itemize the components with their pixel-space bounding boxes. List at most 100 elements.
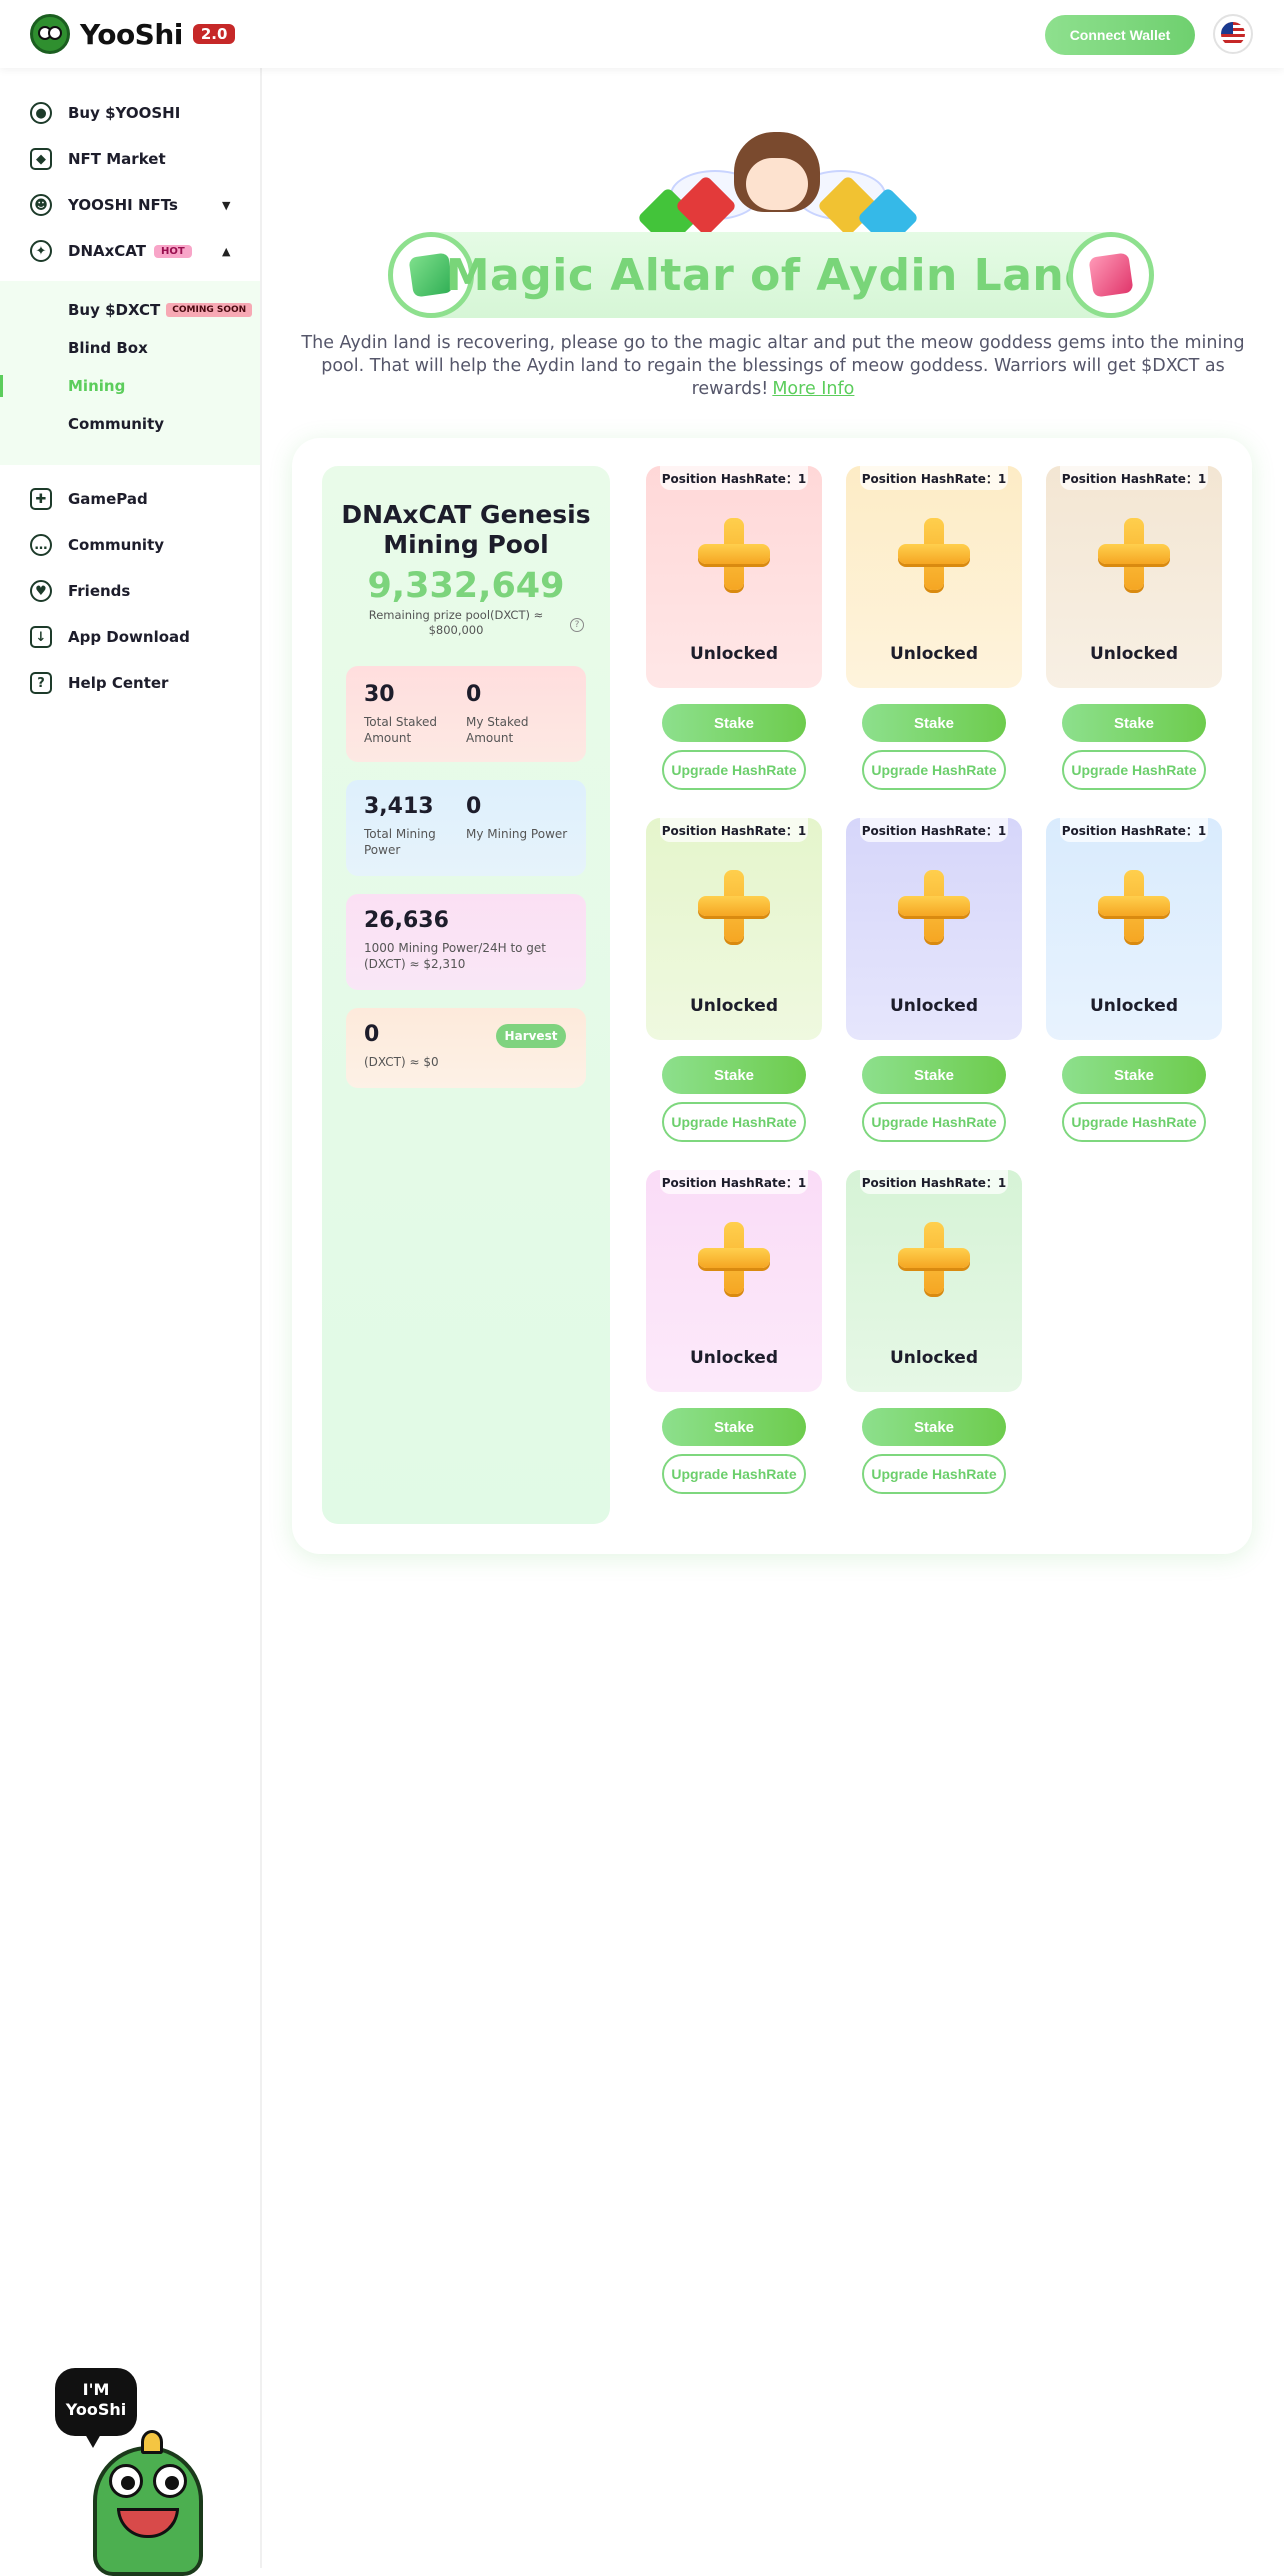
diamond-icon: ◆ (30, 148, 52, 170)
help-icon: ? (30, 672, 52, 694)
plus-icon (698, 518, 770, 590)
sidebar-item-buy-yooshi[interactable]: ● Buy $YOOSHI (0, 90, 260, 136)
mining-slot[interactable]: Position HashRate：1 Unlocked (846, 466, 1022, 688)
harvest-stats: 0 (DXCT) ≈ $0 Harvest (346, 1008, 586, 1088)
mining-slot[interactable]: Position HashRate：1 Unlocked (846, 818, 1022, 1040)
cat-face-icon (746, 158, 808, 210)
mining-slot[interactable]: Position HashRate：1 Unlocked (1046, 818, 1222, 1040)
mining-slot[interactable]: Position HashRate：1 Unlocked (646, 1170, 822, 1392)
logo[interactable]: YooShi 2.0 (30, 14, 236, 54)
coming-soon-badge: COMING SOON (166, 303, 253, 317)
stake-button[interactable]: Stake (862, 1056, 1006, 1094)
slot-status: Unlocked (689, 996, 779, 1016)
mascot-speech-bubble: I'M YooShi (55, 2368, 137, 2448)
sidebar-subitem-blind-box[interactable]: Blind Box (0, 329, 260, 367)
yooshi-mascot: I'M YooShi (55, 2368, 225, 2576)
chevron-down-icon: ▼ (222, 198, 231, 212)
sidebar-item-nft-market[interactable]: ◆ NFT Market (0, 136, 260, 182)
mining-slot[interactable]: Position HashRate：1 Unlocked (1046, 466, 1222, 688)
stake-button[interactable]: Stake (1062, 1056, 1206, 1094)
gamepad-icon: ✚ (30, 488, 52, 510)
staked-stats: 30 Total Staked Amount 0 My Staked Amoun… (346, 666, 586, 762)
reward-value: 26,636 (364, 908, 449, 933)
chat-icon: … (30, 534, 52, 556)
position-hashrate-label: Position HashRate：1 (860, 818, 1008, 842)
sidebar-item-label: GamePad (68, 490, 148, 508)
sidebar-subitem-mining[interactable]: Mining (0, 367, 260, 405)
sidebar-item-friends[interactable]: ♥ Friends (0, 568, 260, 614)
harvest-button[interactable]: Harvest (496, 1024, 566, 1048)
upgrade-hashrate-button[interactable]: Upgrade HashRate (662, 750, 806, 790)
stake-button[interactable]: Stake (662, 1056, 806, 1094)
horn-icon (141, 2430, 163, 2454)
harvest-value: 0 (364, 1022, 380, 1047)
chevron-up-icon: ▲ (222, 244, 231, 258)
eye-icon (153, 2464, 187, 2498)
slot-status: Unlocked (689, 1348, 779, 1368)
hot-badge: HOT (153, 244, 192, 258)
mascot-bubble-line: YooShi (65, 2400, 127, 2419)
my-power-label: My Mining Power (466, 827, 568, 841)
sidebar-subitem-label: Buy $DXCT (68, 301, 161, 319)
altar-illustration (636, 130, 920, 250)
eye-icon (109, 2464, 143, 2498)
cat-icon: ✦ (30, 240, 52, 262)
sidebar-item-label: Community (68, 536, 165, 554)
upgrade-hashrate-button[interactable]: Upgrade HashRate (862, 1454, 1006, 1494)
language-selector[interactable] (1213, 14, 1253, 54)
sidebar-item-label: Help Center (68, 674, 169, 692)
plus-icon (698, 870, 770, 942)
connect-wallet-button[interactable]: Connect Wallet (1045, 15, 1195, 55)
stake-button[interactable]: Stake (1062, 704, 1206, 742)
sidebar-item-label: NFT Market (68, 150, 166, 168)
sidebar-item-app-download[interactable]: ↓ App Download (0, 614, 260, 660)
pink-cube-icon (1068, 232, 1154, 318)
sidebar-subitem-label: Mining (68, 377, 126, 395)
token-icon: ● (30, 102, 52, 124)
plus-icon (898, 870, 970, 942)
page-title: Magic Altar of Aydin Land (445, 250, 1097, 301)
position-hashrate-label: Position HashRate：1 (1060, 466, 1208, 490)
mining-slot[interactable]: Position HashRate：1 Unlocked (646, 818, 822, 1040)
upgrade-hashrate-button[interactable]: Upgrade HashRate (862, 750, 1006, 790)
upgrade-hashrate-button[interactable]: Upgrade HashRate (662, 1454, 806, 1494)
sidebar-item-help-center[interactable]: ? Help Center (0, 660, 260, 706)
sidebar-item-dnaxcat[interactable]: ✦ DNAxCAT HOT ▲ (0, 228, 260, 274)
question-icon[interactable]: ? (570, 618, 584, 632)
plus-icon (1098, 870, 1170, 942)
stake-button[interactable]: Stake (862, 1408, 1006, 1446)
plus-icon (698, 1222, 770, 1294)
upgrade-hashrate-button[interactable]: Upgrade HashRate (1062, 1102, 1206, 1142)
slot-status: Unlocked (889, 1348, 979, 1368)
position-hashrate-label: Position HashRate：1 (660, 466, 808, 490)
upgrade-hashrate-button[interactable]: Upgrade HashRate (1062, 750, 1206, 790)
position-hashrate-label: Position HashRate：1 (1060, 818, 1208, 842)
sidebar-item-community[interactable]: … Community (0, 522, 260, 568)
sidebar-item-gamepad[interactable]: ✚ GamePad (0, 476, 260, 522)
total-power-label: Total Mining Power (364, 827, 436, 857)
sidebar-subitem-buy-dxct[interactable]: Buy $DXCT COMING SOON (0, 291, 260, 329)
friends-icon: ♥ (30, 580, 52, 602)
sidebar: ● Buy $YOOSHI ◆ NFT Market ☻ YOOSHI NFTs… (0, 68, 262, 2568)
sidebar-item-label: YOOSHI NFTs (68, 196, 178, 214)
my-staked-label: My Staked Amount (466, 715, 529, 745)
mining-slot[interactable]: Position HashRate：1 Unlocked (846, 1170, 1022, 1392)
reward-label: 1000 Mining Power/24H to get (DXCT) ≈ $2… (364, 941, 547, 971)
reward-stats: 26,636 1000 Mining Power/24H to get (DXC… (346, 894, 586, 990)
sidebar-item-yooshi-nfts[interactable]: ☻ YOOSHI NFTs ▼ (0, 182, 260, 228)
upgrade-hashrate-button[interactable]: Upgrade HashRate (662, 1102, 806, 1142)
stake-button[interactable]: Stake (862, 704, 1006, 742)
stake-button[interactable]: Stake (662, 1408, 806, 1446)
upgrade-hashrate-button[interactable]: Upgrade HashRate (862, 1102, 1006, 1142)
plus-icon (898, 1222, 970, 1294)
sidebar-subitem-community[interactable]: Community (0, 405, 260, 443)
dnaxcat-submenu: Buy $DXCT COMING SOON Blind Box Mining C… (0, 281, 260, 465)
mining-pool-panel: DNAxCAT Genesis Mining Pool 9,332,649 Re… (322, 466, 610, 1524)
more-info-link[interactable]: More Info (772, 379, 854, 399)
frog-mascot-icon (93, 2430, 203, 2576)
stake-button[interactable]: Stake (662, 704, 806, 742)
power-stats: 3,413 Total Mining Power 0 My Mining Pow… (346, 780, 586, 876)
pool-remaining-text: Remaining prize pool(DXCT) ≈ $800,000 (368, 608, 544, 637)
altar-title-bar: Magic Altar of Aydin Land (388, 232, 1154, 318)
mining-slot[interactable]: Position HashRate：1 Unlocked (646, 466, 822, 688)
